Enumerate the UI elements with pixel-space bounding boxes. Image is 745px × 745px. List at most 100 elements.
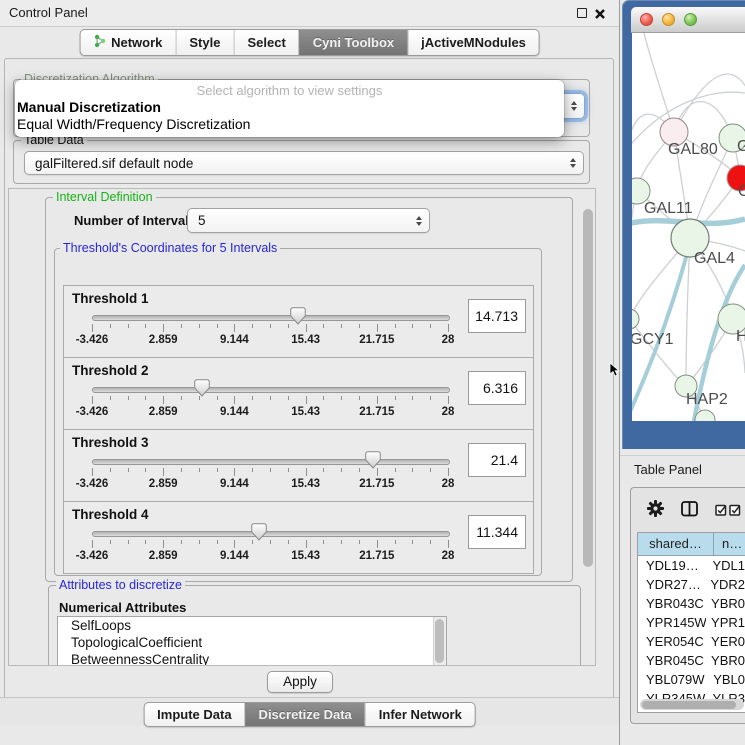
table-row[interactable]: YER054CYER0: [638, 632, 745, 651]
table-row[interactable]: YBR045CYBR0: [638, 651, 745, 670]
settings-vertical-scrollbar[interactable]: [583, 209, 593, 567]
network-view-window[interactable]: GAL80 G. C GAL11 GAL4 GCY1 H HAP2: [622, 0, 745, 449]
tick-mark: [306, 324, 307, 332]
threshold-value-field[interactable]: 21.4: [468, 443, 526, 477]
cell-shared-name[interactable]: YDR27…: [638, 577, 705, 592]
cell-name[interactable]: YBR0: [706, 596, 745, 611]
table-row[interactable]: YBL079WYBL0: [638, 670, 745, 689]
table-data-combobox[interactable]: galFiltered.sif default node: [24, 151, 584, 175]
tick-mark: [199, 324, 200, 328]
tick-mark: [145, 396, 146, 400]
table-toolbar: [631, 488, 745, 530]
gear-icon[interactable]: [647, 500, 664, 522]
node-gcy1[interactable]: [632, 309, 639, 329]
zoom-traffic-light[interactable]: [684, 13, 697, 26]
table-row[interactable]: YBR043CYBR0: [638, 594, 745, 613]
minimize-traffic-light[interactable]: [662, 13, 675, 26]
cell-shared-name[interactable]: YDL19…: [638, 558, 707, 573]
threshold-value-field[interactable]: 14.713: [468, 299, 526, 333]
column-header-shared-name[interactable]: shared…: [638, 533, 714, 555]
tick-mark: [217, 540, 218, 544]
cell-shared-name[interactable]: YBR045C: [638, 653, 706, 668]
dropdown-item-manual-discretization[interactable]: Manual Discretization: [15, 99, 564, 116]
slider-thumb[interactable]: [251, 523, 267, 541]
close-icon[interactable]: [594, 7, 606, 19]
table-horizontal-scrollbar-thumb[interactable]: [642, 701, 736, 709]
slider-track[interactable]: [92, 315, 450, 321]
cell-name[interactable]: YER0: [706, 634, 745, 649]
tab-impute-data[interactable]: Impute Data: [144, 703, 244, 726]
threshold-value-field[interactable]: 6.316: [468, 371, 526, 405]
cell-shared-name[interactable]: YER054C: [638, 634, 706, 649]
cell-name[interactable]: YDL1: [707, 558, 745, 573]
list-scrollbar[interactable]: [433, 617, 446, 666]
table-row[interactable]: YPR145WYPR1: [638, 613, 745, 632]
tick-label: 9.144: [220, 334, 249, 346]
tick-mark: [128, 540, 129, 544]
close-traffic-light[interactable]: [640, 13, 653, 26]
cell-shared-name[interactable]: YPR145W: [638, 615, 706, 630]
tick-mark: [92, 324, 93, 332]
list-scrollbar-thumb[interactable]: [435, 619, 444, 663]
tick-label: 28: [442, 406, 455, 418]
checkbox-icon[interactable]: [729, 503, 741, 521]
table-row[interactable]: YDL19…YDL1: [638, 556, 745, 575]
table-horizontal-scrollbar[interactable]: [640, 699, 744, 710]
float-window-icon[interactable]: [577, 8, 587, 18]
attribute-list-item[interactable]: TopologicalCoefficient: [58, 634, 446, 651]
tick-label: -3.426: [76, 478, 109, 490]
threshold-panel: Threshold 3 -3.4262.8599.14415.4321.7152…: [63, 429, 534, 502]
number-of-intervals-combobox[interactable]: 5: [187, 208, 430, 233]
table-panel: shared… n… YDL19…YDL1YDR27…YDR2YBR043CYB…: [630, 487, 745, 724]
cell-shared-name[interactable]: YBL079W: [638, 672, 708, 687]
tick-label: -3.426: [76, 334, 109, 346]
tick-mark: [234, 324, 235, 332]
slider-ticks: [92, 468, 448, 477]
slider-track[interactable]: [92, 531, 450, 537]
threshold-value-field[interactable]: 11.344: [468, 515, 526, 549]
network-canvas[interactable]: GAL80 G. C GAL11 GAL4 GCY1 H HAP2: [632, 33, 745, 421]
tab-infer-network[interactable]: Infer Network: [365, 703, 475, 726]
tick-label: 9.144: [220, 406, 249, 418]
cell-shared-name[interactable]: YBR043C: [638, 596, 706, 611]
tick-mark: [128, 324, 129, 328]
network-window-titlebar[interactable]: [631, 7, 745, 33]
attribute-list-item[interactable]: SelfLoops: [58, 617, 446, 634]
checkbox-icon[interactable]: [715, 503, 727, 521]
slider-track[interactable]: [92, 459, 450, 465]
table-row[interactable]: YDR27…YDR2: [638, 575, 745, 594]
apply-button[interactable]: Apply: [267, 671, 333, 693]
tick-mark: [412, 324, 413, 328]
cell-name[interactable]: YBL0: [708, 672, 745, 687]
tick-mark: [110, 324, 111, 328]
tab-style[interactable]: Style: [175, 30, 233, 55]
tick-label: 28: [442, 550, 455, 562]
slider-thumb[interactable]: [194, 379, 210, 397]
tick-label: 15.43: [291, 550, 320, 562]
slider-thumb[interactable]: [365, 451, 381, 469]
slider-thumb[interactable]: [290, 307, 306, 325]
tab-cyni-toolbox[interactable]: Cyni Toolbox: [299, 30, 407, 55]
tick-mark: [288, 324, 289, 328]
tick-mark: [323, 540, 324, 544]
dropdown-prompt-item[interactable]: Select algorithm to view settings: [15, 83, 564, 99]
cell-name[interactable]: YIL0: [713, 710, 745, 713]
columns-icon[interactable]: [681, 501, 699, 522]
cell-shared-name[interactable]: YIL052C: [638, 710, 713, 713]
bottom-tab-group: Impute Data Discretize Data Infer Networ…: [143, 702, 476, 727]
cell-name[interactable]: YDR2: [705, 577, 745, 592]
dropdown-item-equal-width[interactable]: Equal Width/Frequency Discretization: [15, 116, 564, 133]
column-header-name[interactable]: n…: [714, 533, 745, 555]
tick-mark: [306, 540, 307, 548]
attribute-list-item[interactable]: BetweennessCentrality: [58, 651, 446, 666]
cell-name[interactable]: YBR0: [706, 653, 745, 668]
tick-mark: [412, 540, 413, 544]
tab-network[interactable]: Network: [80, 30, 175, 55]
tab-jactivemnodules[interactable]: jActiveMNodules: [407, 30, 539, 55]
threshold-panel: Threshold 4 -3.4262.8599.14415.4321.7152…: [63, 501, 534, 574]
tab-select[interactable]: Select: [233, 30, 298, 55]
slider-track[interactable]: [92, 387, 450, 393]
table-panel-titlebar: Table Panel: [620, 455, 745, 484]
tab-discretize-data[interactable]: Discretize Data: [245, 703, 365, 726]
cell-name[interactable]: YPR1: [706, 615, 745, 630]
